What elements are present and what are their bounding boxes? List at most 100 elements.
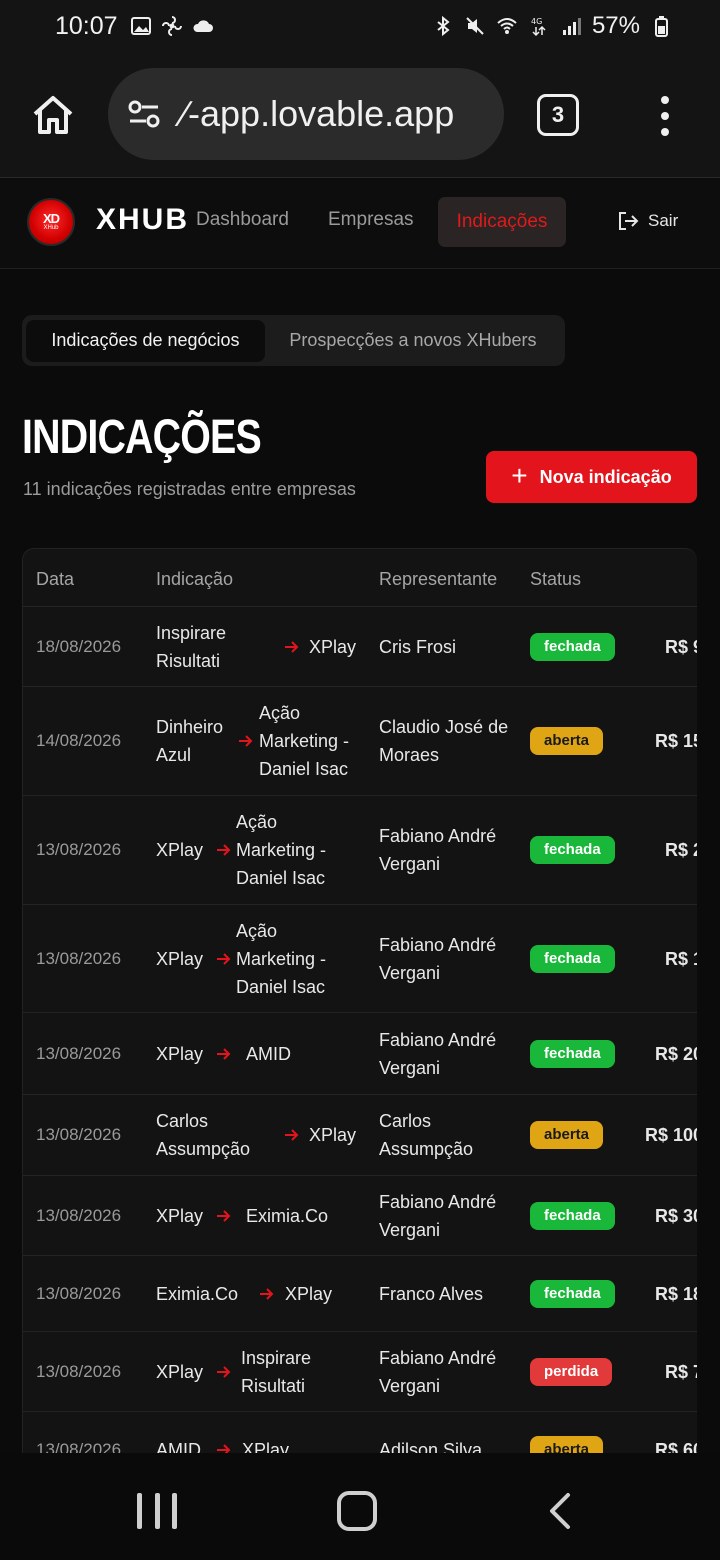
- status-badge: fechada: [530, 944, 615, 973]
- status-badge: fechada: [530, 836, 615, 864]
- arrow-right-icon: [216, 1176, 232, 1255]
- status-badge: aberta: [530, 1121, 604, 1149]
- table-row[interactable]: 13/08/2026 XPlay AMID Fabiano André Vergani…: [23, 1013, 697, 1095]
- status-badge: fechada: [530, 632, 615, 661]
- row-from-company: XPlay: [156, 1361, 204, 1382]
- row-date: 14/08/2026: [36, 731, 122, 750]
- row-value: R$ 100: [644, 1125, 697, 1145]
- logout-icon: [619, 212, 639, 230]
- row-value: R$ 9: [664, 636, 697, 657]
- table-row[interactable]: 13/08/2026 XPlay Eximia.Co Fabiano André Ve…: [23, 1176, 697, 1256]
- row-to-company: Ação Marketing - Daniel Isac: [236, 812, 327, 888]
- table-row[interactable]: 13/08/2026 Eximia.Co XPlay Franco Alves fech…: [23, 1256, 697, 1332]
- row-status: aberta: [530, 687, 604, 795]
- xhub-logo[interactable]: XD XHub: [27, 198, 75, 246]
- table-row[interactable]: 13/08/2026 XPlay Inspirare Risultati Fabian…: [23, 1332, 697, 1412]
- row-representante: Fabiano André Vergani: [379, 1029, 497, 1078]
- row-to-company: AMID: [246, 1043, 291, 1064]
- browser-menu-icon[interactable]: [652, 92, 678, 140]
- row-representante: Cris Frosi: [379, 636, 456, 657]
- status-badge: fechada: [530, 1201, 615, 1230]
- new-indicacao-label: Nova indicação: [539, 466, 672, 487]
- row-from-company: Dinheiro Azul: [156, 717, 224, 765]
- status-badge: aberta: [530, 727, 604, 755]
- recent-apps-icon[interactable]: [137, 1493, 177, 1529]
- table-row[interactable]: 13/08/2026 XPlay Ação Marketing - Daniel I…: [23, 796, 697, 905]
- row-representante: Fabiano André Vergani: [379, 1191, 497, 1240]
- row-to-company: Ação Marketing - Daniel Isac: [236, 920, 327, 997]
- row-date: 13/08/2026: [36, 1043, 122, 1063]
- battery-percent: 57%: [591, 12, 640, 39]
- table-row[interactable]: 13/08/2026 Carlos Assumpção XPlay Carlos As…: [23, 1095, 697, 1176]
- logout-label: Sair: [648, 211, 679, 230]
- row-status: fechada: [530, 1013, 615, 1094]
- row-representante: Fabiano André Vergani: [379, 826, 497, 874]
- row-value: R$ 1: [664, 948, 697, 969]
- row-date: 13/08/2026: [36, 840, 122, 859]
- table-row[interactable]: 13/08/2026 AMID XPlay Adilson Silva aberta R$…: [23, 1412, 697, 1453]
- row-date: 13/08/2026: [36, 1361, 122, 1381]
- arrow-right-icon: [259, 1256, 275, 1331]
- arrow-right-icon: [284, 607, 300, 686]
- table-header: Data Indicação Representante Status: [23, 549, 697, 607]
- svg-text:4G: 4G: [531, 17, 542, 26]
- browser-toolbar: ∕-app.lovable.app 3: [0, 52, 720, 178]
- arrow-right-icon: [216, 1412, 232, 1453]
- home-icon[interactable]: [30, 92, 76, 138]
- cloud-icon: [193, 20, 213, 32]
- row-from-company: XPlay: [156, 948, 204, 969]
- tab-switcher-button[interactable]: 3: [537, 94, 579, 136]
- status-badge: fechada: [530, 1039, 615, 1068]
- page-title: INDICAÇÕES: [22, 411, 262, 464]
- fan-icon: [161, 16, 182, 36]
- nav-dashboard[interactable]: Dashboard: [196, 209, 289, 231]
- row-date: 13/08/2026: [36, 1125, 122, 1144]
- row-representante: Franco Alves: [379, 1283, 484, 1304]
- row-to-company: Eximia.Co: [246, 1205, 329, 1226]
- row-from-company: XPlay: [156, 840, 204, 860]
- table-row[interactable]: 18/08/2026 Inspirare Risultati XPlay Cris F…: [23, 607, 697, 687]
- url-text: ∕-app.lovable.app: [182, 93, 455, 134]
- status-badge: aberta: [530, 1435, 604, 1453]
- tab-indicacoes-negocios[interactable]: Indicações de negócios: [26, 319, 265, 362]
- row-value: R$ 20: [654, 1043, 697, 1064]
- battery-icon: [655, 16, 668, 37]
- tab-prospeccoes[interactable]: Prospecções a novos XHubers: [265, 320, 561, 362]
- row-from-company: XPlay: [156, 1043, 204, 1064]
- table-row[interactable]: 14/08/2026 Dinheiro Azul Ação Marketing - …: [23, 687, 697, 796]
- nav-empresas[interactable]: Empresas: [328, 209, 414, 231]
- row-value: R$ 60: [654, 1439, 697, 1454]
- site-settings-icon[interactable]: [126, 96, 162, 132]
- new-indicacao-button[interactable]: + Nova indicação: [486, 451, 697, 503]
- row-to-company: XPlay: [285, 1283, 333, 1304]
- row-from-company: Inspirare Risultati: [156, 622, 227, 671]
- back-icon[interactable]: [540, 1491, 580, 1531]
- row-status: fechada: [530, 607, 615, 686]
- row-value: R$ 15: [654, 731, 697, 751]
- arrow-right-icon: [216, 905, 232, 1012]
- row-date: 13/08/2026: [36, 1439, 122, 1454]
- row-date: 13/08/2026: [36, 948, 122, 968]
- row-value: R$ 18: [654, 1283, 697, 1304]
- page-subtitle: 11 indicações registradas entre empresas: [23, 479, 356, 499]
- row-status: fechada: [530, 905, 615, 1012]
- home-nav-icon[interactable]: [337, 1491, 377, 1531]
- gallery-icon: [130, 17, 151, 35]
- nav-indicacoes[interactable]: Indicações: [438, 197, 566, 247]
- row-representante: Carlos Assumpção: [379, 1111, 474, 1159]
- row-representante: Fabiano André Vergani: [379, 934, 497, 983]
- status-bar: 10:07 4G 57%: [0, 0, 720, 52]
- row-status: perdida: [530, 1332, 613, 1411]
- row-status: aberta: [530, 1095, 604, 1175]
- logout-button[interactable]: Sair: [616, 209, 678, 233]
- row-status: fechada: [530, 1176, 615, 1255]
- brand-name: XHUB: [96, 203, 190, 236]
- status-badge: fechada: [530, 1279, 615, 1308]
- arrow-right-icon: [284, 1095, 300, 1175]
- header-indicacao: Indicação: [156, 569, 234, 589]
- row-to-company: XPlay: [242, 1439, 290, 1454]
- row-value: R$ 7: [664, 1361, 697, 1382]
- table-row[interactable]: 13/08/2026 XPlay Ação Marketing - Daniel I…: [23, 905, 697, 1013]
- address-bar[interactable]: ∕-app.lovable.app: [108, 68, 504, 160]
- row-representante: Adilson Silva: [379, 1439, 483, 1454]
